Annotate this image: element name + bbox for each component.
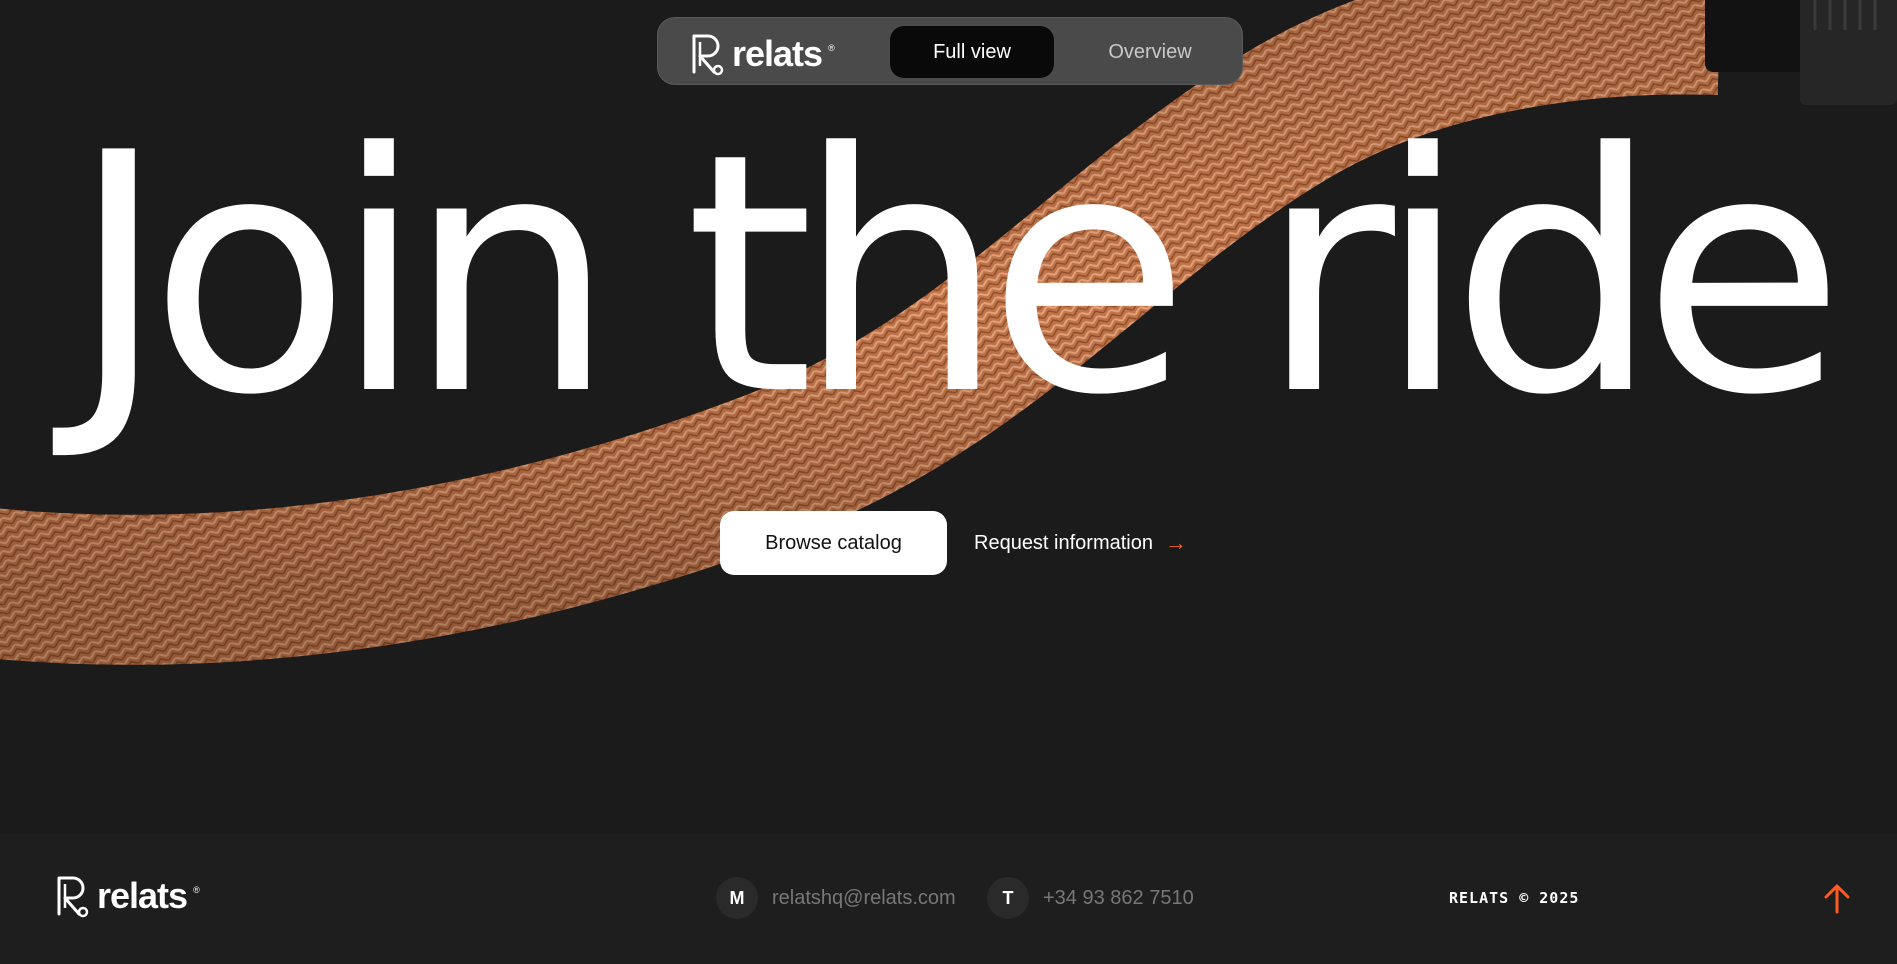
email-badge: M [716,877,758,919]
relats-logo-icon [57,876,89,918]
copyright-text: RELATS © 2025 [1449,889,1580,907]
footer-brand-logo[interactable]: relats ® [53,874,200,918]
footer-registered-mark: ® [193,885,200,895]
top-nav: relats ® Full view Overview [657,17,1243,85]
phone-badge: T [987,877,1029,919]
phone-contact[interactable]: T +34 93 862 7510 [987,877,1194,919]
request-information-link[interactable]: Request information → [974,530,1187,556]
registered-mark: ® [828,43,835,53]
tab-overview[interactable]: Overview [1068,26,1232,78]
footer: relats ® M relatshq@relats.com T +34 93 … [0,834,1897,964]
email-contact[interactable]: M relatshq@relats.com [716,877,956,919]
request-information-label: Request information [974,531,1153,554]
phone-number: +34 93 862 7510 [1043,886,1194,909]
hero-section: Join the ride relats ® Full view Overvie… [0,0,1897,834]
hero-actions: Browse catalog Request information → [720,511,1187,575]
hero-headline: Join the ride [69,83,1845,467]
email-address: relatshq@relats.com [772,886,956,909]
relats-logo-icon [692,34,724,76]
browse-catalog-button[interactable]: Browse catalog [720,511,947,575]
brand-name: relats [732,33,823,74]
arrow-right-icon: → [1164,530,1187,555]
arrow-up-icon[interactable] [1823,882,1851,914]
footer-brand-name: relats [97,875,188,916]
brand-logo[interactable]: relats ® [688,32,835,76]
tab-full-view[interactable]: Full view [890,26,1054,78]
